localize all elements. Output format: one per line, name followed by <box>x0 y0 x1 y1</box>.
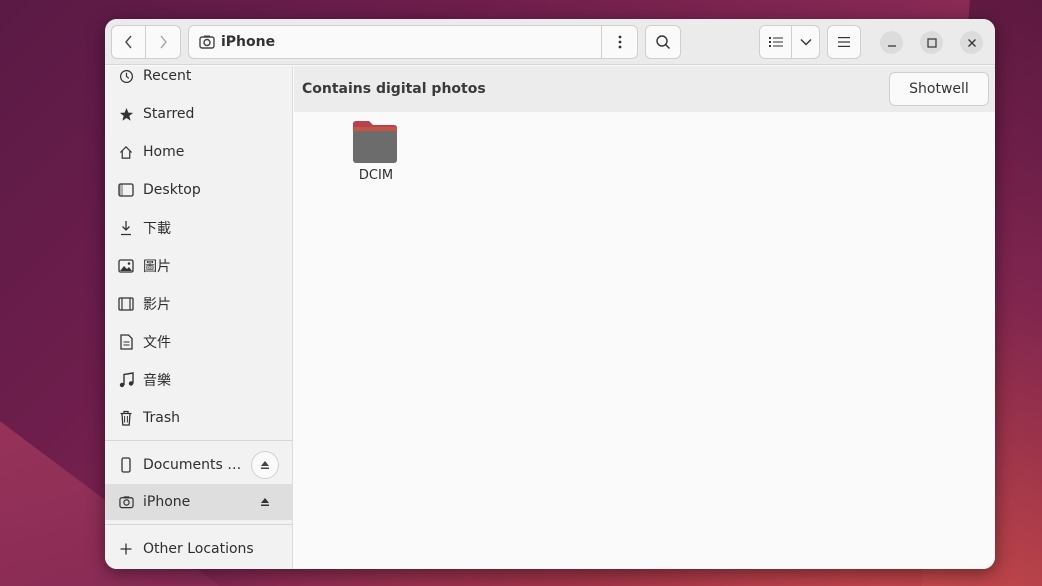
minimize-icon <box>887 44 896 47</box>
sidebar-item-label: Home <box>143 144 185 160</box>
maximize-icon <box>926 37 937 48</box>
close-icon <box>967 38 976 47</box>
clock-icon <box>118 68 134 84</box>
chevron-right-icon <box>160 35 167 49</box>
sidebar-item-label: 文件 <box>143 335 171 351</box>
plus-icon <box>118 541 134 557</box>
file-view: DCIM <box>294 112 995 569</box>
sidebar-item-label: Recent <box>143 68 192 84</box>
hamburger-icon <box>838 37 850 47</box>
sidebar-item-label: Other Locations <box>143 541 254 557</box>
file-name: DCIM <box>358 168 394 183</box>
sidebar-item-recent[interactable]: Recent <box>105 58 293 94</box>
minimize-button[interactable] <box>880 31 903 54</box>
document-icon <box>118 334 134 350</box>
search-icon <box>656 35 670 49</box>
sidebar-item-documents[interactable]: 文件 <box>105 324 293 360</box>
sidebar-item-trash[interactable]: Trash <box>105 400 293 436</box>
eject-icon <box>261 461 269 469</box>
music-icon <box>118 372 134 388</box>
folder-icon <box>353 121 397 163</box>
sidebar-item-starred[interactable]: Starred <box>105 96 293 132</box>
kebab-menu-icon <box>618 35 621 49</box>
sidebar-item-label: Desktop <box>143 182 201 198</box>
sidebar-item-label: Starred <box>143 106 195 122</box>
close-button[interactable] <box>960 31 983 54</box>
view-options-button[interactable] <box>791 25 820 59</box>
main-menu-button[interactable] <box>827 25 861 59</box>
sidebar-divider <box>105 440 293 441</box>
search-button[interactable] <box>645 25 681 59</box>
pictures-icon <box>118 258 134 274</box>
sidebar-item-device-documents[interactable]: Documents … <box>105 447 293 483</box>
list-view-icon <box>768 37 783 47</box>
file-manager-window: iPhone Recent Starred Home Desktop 下載 圖片… <box>105 19 995 569</box>
desktop-icon <box>118 182 134 198</box>
trash-icon <box>118 410 134 426</box>
sidebar-item-device-iphone[interactable]: iPhone <box>105 484 293 520</box>
eject-icon <box>261 498 269 506</box>
sidebar-item-downloads[interactable]: 下載 <box>105 210 293 246</box>
sidebar-item-other-locations[interactable]: Other Locations <box>105 531 293 567</box>
sidebar-item-pictures[interactable]: 圖片 <box>105 248 293 284</box>
sidebar-item-label: Trash <box>143 410 180 426</box>
open-with-shotwell-button[interactable]: Shotwell <box>889 72 989 106</box>
camera-icon <box>199 35 215 49</box>
home-icon <box>118 144 134 160</box>
sidebar-item-label: Documents … <box>143 457 242 473</box>
sidebar-item-home[interactable]: Home <box>105 134 293 170</box>
eject-button[interactable] <box>251 451 279 479</box>
info-bar: Contains digital photos Shotwell <box>294 66 995 112</box>
list-view-button[interactable] <box>759 25 792 59</box>
camera-icon <box>118 494 134 510</box>
chevron-down-icon <box>800 39 811 46</box>
sidebar: Recent Starred Home Desktop 下載 圖片 影片 文件 <box>105 66 293 569</box>
forward-button[interactable] <box>145 25 181 59</box>
videos-icon <box>118 296 134 312</box>
back-button[interactable] <box>111 25 146 59</box>
sidebar-item-label: 音樂 <box>143 373 171 389</box>
maximize-button[interactable] <box>920 31 943 54</box>
sidebar-item-label: 影片 <box>143 297 171 313</box>
sidebar-item-music[interactable]: 音樂 <box>105 362 293 398</box>
sidebar-item-videos[interactable]: 影片 <box>105 286 293 322</box>
location-menu-button[interactable] <box>601 26 637 58</box>
sidebar-item-label: 下載 <box>143 221 171 237</box>
location-bar[interactable]: iPhone <box>188 25 638 59</box>
sidebar-item-desktop[interactable]: Desktop <box>105 172 293 208</box>
sidebar-divider <box>105 524 293 525</box>
sidebar-item-label: iPhone <box>143 494 191 510</box>
phone-icon <box>118 457 134 473</box>
info-message: Contains digital photos <box>302 81 486 97</box>
sidebar-item-label: 圖片 <box>143 259 171 275</box>
star-icon <box>118 106 134 122</box>
file-item-folder[interactable]: DCIM <box>346 120 406 190</box>
eject-button[interactable] <box>251 488 279 516</box>
download-icon <box>118 220 134 236</box>
location-title: iPhone <box>221 34 276 50</box>
chevron-left-icon <box>124 35 132 49</box>
